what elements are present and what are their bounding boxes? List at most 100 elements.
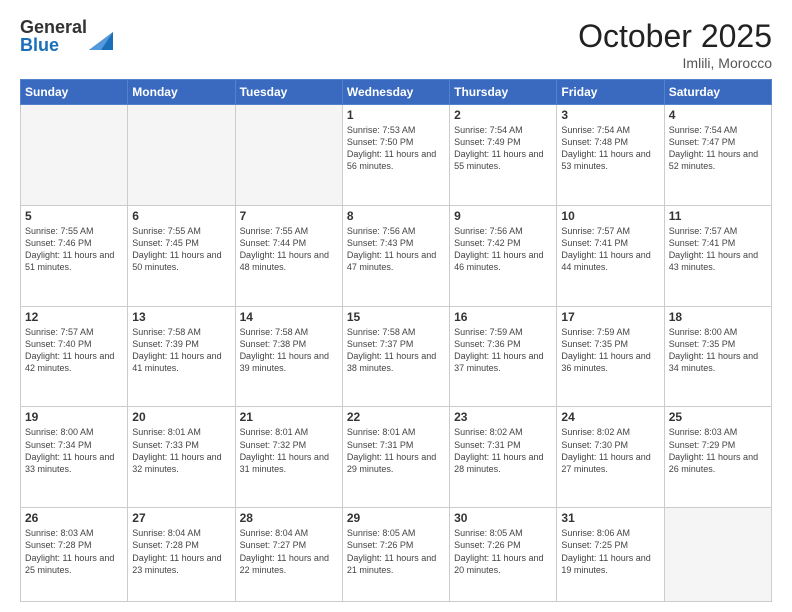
day-info: Sunrise: 8:06 AMSunset: 7:25 PMDaylight:… (561, 527, 659, 576)
day-info: Sunrise: 8:00 AMSunset: 7:35 PMDaylight:… (669, 326, 767, 375)
day-info: Sunrise: 7:56 AMSunset: 7:42 PMDaylight:… (454, 225, 552, 274)
day-info: Sunrise: 8:03 AMSunset: 7:29 PMDaylight:… (669, 426, 767, 475)
calendar-cell: 11 Sunrise: 7:57 AMSunset: 7:41 PMDayligh… (664, 205, 771, 306)
day-info: Sunrise: 7:54 AMSunset: 7:48 PMDaylight:… (561, 124, 659, 173)
calendar-cell: 3 Sunrise: 7:54 AMSunset: 7:48 PMDaylight… (557, 105, 664, 206)
day-number: 5 (25, 209, 123, 223)
logo-blue: Blue (20, 36, 87, 54)
day-number: 30 (454, 511, 552, 525)
day-number: 1 (347, 108, 445, 122)
calendar-cell (128, 105, 235, 206)
day-number: 24 (561, 410, 659, 424)
day-number: 21 (240, 410, 338, 424)
day-number: 18 (669, 310, 767, 324)
month-title: October 2025 (578, 18, 772, 55)
day-info: Sunrise: 7:58 AMSunset: 7:38 PMDaylight:… (240, 326, 338, 375)
day-header-wednesday: Wednesday (342, 80, 449, 105)
day-number: 23 (454, 410, 552, 424)
day-info: Sunrise: 7:55 AMSunset: 7:46 PMDaylight:… (25, 225, 123, 274)
day-info: Sunrise: 7:54 AMSunset: 7:49 PMDaylight:… (454, 124, 552, 173)
day-info: Sunrise: 7:57 AMSunset: 7:41 PMDaylight:… (561, 225, 659, 274)
calendar-cell: 14 Sunrise: 7:58 AMSunset: 7:38 PMDayligh… (235, 306, 342, 407)
day-info: Sunrise: 7:56 AMSunset: 7:43 PMDaylight:… (347, 225, 445, 274)
day-header-friday: Friday (557, 80, 664, 105)
day-number: 8 (347, 209, 445, 223)
calendar-cell: 1 Sunrise: 7:53 AMSunset: 7:50 PMDaylight… (342, 105, 449, 206)
calendar-cell: 16Sunrise: 7:59 AMSunset: 7:36 PMDayligh… (450, 306, 557, 407)
day-info: Sunrise: 8:02 AMSunset: 7:31 PMDaylight:… (454, 426, 552, 475)
day-header-monday: Monday (128, 80, 235, 105)
calendar-week-1: 5 Sunrise: 7:55 AMSunset: 7:46 PMDaylight… (21, 205, 772, 306)
day-number: 6 (132, 209, 230, 223)
day-number: 25 (669, 410, 767, 424)
day-number: 22 (347, 410, 445, 424)
calendar-cell: 13Sunrise: 7:58 AMSunset: 7:39 PMDayligh… (128, 306, 235, 407)
logo-icon (89, 22, 113, 50)
calendar-cell: 27 Sunrise: 8:04 AMSunset: 7:28 PMDayligh… (128, 508, 235, 602)
calendar-week-4: 26 Sunrise: 8:03 AMSunset: 7:28 PMDayligh… (21, 508, 772, 602)
day-info: Sunrise: 7:55 AMSunset: 7:44 PMDaylight:… (240, 225, 338, 274)
calendar-cell: 19Sunrise: 8:00 AMSunset: 7:34 PMDayligh… (21, 407, 128, 508)
calendar-week-2: 12Sunrise: 7:57 AMSunset: 7:40 PMDayligh… (21, 306, 772, 407)
logo: General Blue (20, 18, 113, 54)
calendar-cell: 25 Sunrise: 8:03 AMSunset: 7:29 PMDayligh… (664, 407, 771, 508)
day-info: Sunrise: 7:53 AMSunset: 7:50 PMDaylight:… (347, 124, 445, 173)
day-number: 31 (561, 511, 659, 525)
day-number: 4 (669, 108, 767, 122)
calendar-cell: 15 Sunrise: 7:58 AMSunset: 7:37 PMDayligh… (342, 306, 449, 407)
calendar-cell: 12Sunrise: 7:57 AMSunset: 7:40 PMDayligh… (21, 306, 128, 407)
calendar-cell: 2 Sunrise: 7:54 AMSunset: 7:49 PMDaylight… (450, 105, 557, 206)
logo-text: General Blue (20, 18, 87, 54)
day-number: 29 (347, 511, 445, 525)
location: Imlili, Morocco (578, 55, 772, 71)
day-header-thursday: Thursday (450, 80, 557, 105)
day-info: Sunrise: 7:54 AMSunset: 7:47 PMDaylight:… (669, 124, 767, 173)
calendar-cell: 28 Sunrise: 8:04 AMSunset: 7:27 PMDayligh… (235, 508, 342, 602)
day-number: 28 (240, 511, 338, 525)
calendar-cell (664, 508, 771, 602)
calendar-cell: 5 Sunrise: 7:55 AMSunset: 7:46 PMDaylight… (21, 205, 128, 306)
day-info: Sunrise: 8:05 AMSunset: 7:26 PMDaylight:… (347, 527, 445, 576)
page: General Blue October 2025 Imlili, Morocc… (0, 0, 792, 612)
calendar-cell: 4 Sunrise: 7:54 AMSunset: 7:47 PMDaylight… (664, 105, 771, 206)
header: General Blue October 2025 Imlili, Morocc… (20, 18, 772, 71)
day-info: Sunrise: 8:01 AMSunset: 7:33 PMDaylight:… (132, 426, 230, 475)
calendar-cell: 29 Sunrise: 8:05 AMSunset: 7:26 PMDayligh… (342, 508, 449, 602)
day-header-sunday: Sunday (21, 80, 128, 105)
calendar-cell (235, 105, 342, 206)
day-info: Sunrise: 7:58 AMSunset: 7:37 PMDaylight:… (347, 326, 445, 375)
calendar-cell: 24 Sunrise: 8:02 AMSunset: 7:30 PMDayligh… (557, 407, 664, 508)
day-info: Sunrise: 8:03 AMSunset: 7:28 PMDaylight:… (25, 527, 123, 576)
day-number: 17 (561, 310, 659, 324)
calendar-table: SundayMondayTuesdayWednesdayThursdayFrid… (20, 79, 772, 602)
day-info: Sunrise: 8:05 AMSunset: 7:26 PMDaylight:… (454, 527, 552, 576)
day-number: 26 (25, 511, 123, 525)
day-number: 15 (347, 310, 445, 324)
calendar-cell: 23 Sunrise: 8:02 AMSunset: 7:31 PMDayligh… (450, 407, 557, 508)
calendar-cell: 8 Sunrise: 7:56 AMSunset: 7:43 PMDaylight… (342, 205, 449, 306)
day-info: Sunrise: 8:01 AMSunset: 7:31 PMDaylight:… (347, 426, 445, 475)
calendar-week-0: 1 Sunrise: 7:53 AMSunset: 7:50 PMDaylight… (21, 105, 772, 206)
day-info: Sunrise: 7:57 AMSunset: 7:40 PMDaylight:… (25, 326, 123, 375)
calendar-cell: 6Sunrise: 7:55 AMSunset: 7:45 PMDaylight… (128, 205, 235, 306)
day-header-saturday: Saturday (664, 80, 771, 105)
day-info: Sunrise: 8:04 AMSunset: 7:28 PMDaylight:… (132, 527, 230, 576)
calendar-cell: 20Sunrise: 8:01 AMSunset: 7:33 PMDayligh… (128, 407, 235, 508)
calendar-week-3: 19Sunrise: 8:00 AMSunset: 7:34 PMDayligh… (21, 407, 772, 508)
day-info: Sunrise: 8:04 AMSunset: 7:27 PMDaylight:… (240, 527, 338, 576)
calendar-cell: 7 Sunrise: 7:55 AMSunset: 7:44 PMDaylight… (235, 205, 342, 306)
day-number: 11 (669, 209, 767, 223)
day-number: 19 (25, 410, 123, 424)
day-number: 27 (132, 511, 230, 525)
day-info: Sunrise: 7:57 AMSunset: 7:41 PMDaylight:… (669, 225, 767, 274)
day-info: Sunrise: 7:59 AMSunset: 7:36 PMDaylight:… (454, 326, 552, 375)
day-number: 7 (240, 209, 338, 223)
day-info: Sunrise: 8:02 AMSunset: 7:30 PMDaylight:… (561, 426, 659, 475)
day-info: Sunrise: 7:58 AMSunset: 7:39 PMDaylight:… (132, 326, 230, 375)
day-number: 3 (561, 108, 659, 122)
calendar-cell: 17Sunrise: 7:59 AMSunset: 7:35 PMDayligh… (557, 306, 664, 407)
day-number: 14 (240, 310, 338, 324)
calendar-cell: 30 Sunrise: 8:05 AMSunset: 7:26 PMDayligh… (450, 508, 557, 602)
day-info: Sunrise: 8:01 AMSunset: 7:32 PMDaylight:… (240, 426, 338, 475)
day-number: 2 (454, 108, 552, 122)
